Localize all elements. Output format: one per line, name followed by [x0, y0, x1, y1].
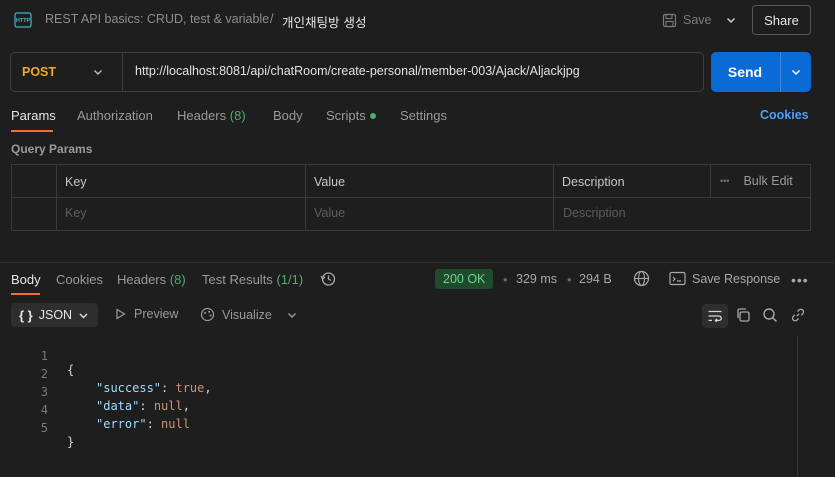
- separator-dot: •: [503, 272, 508, 287]
- query-params-table: Key Value Description ••• Bulk Edit Key …: [11, 164, 811, 231]
- chevron-down-icon: [79, 313, 88, 318]
- visualize-icon: [200, 307, 215, 322]
- link-icon[interactable]: [790, 307, 806, 323]
- more-options-icon[interactable]: •••: [720, 176, 729, 186]
- top-bar: HTTP REST API basics: CRUD, test & varia…: [0, 0, 835, 40]
- http-icon: HTTP: [14, 12, 32, 28]
- save-response-icon[interactable]: [669, 271, 686, 286]
- tab-settings[interactable]: Settings: [400, 108, 447, 123]
- save-button[interactable]: Save: [662, 9, 712, 31]
- code-line: 1 {: [0, 335, 790, 377]
- table-row-divider: [12, 197, 810, 198]
- scripts-indicator-dot: [370, 113, 376, 119]
- chevron-down-icon: [726, 17, 736, 24]
- tab-params[interactable]: Params: [11, 108, 56, 123]
- bulk-edit-label: Bulk Edit: [743, 174, 793, 188]
- send-button[interactable]: Send: [711, 52, 779, 92]
- tab-headers[interactable]: Headers (8): [177, 108, 246, 123]
- method-select[interactable]: POST: [11, 53, 123, 91]
- code-text: }: [67, 435, 75, 449]
- json-braces-icon: { }: [19, 307, 33, 323]
- url-input[interactable]: http://localhost:8081/api/chatRoom/creat…: [135, 64, 580, 78]
- tab-scripts[interactable]: Scripts: [326, 108, 366, 123]
- response-time[interactable]: 329 ms: [516, 272, 557, 286]
- value-input[interactable]: Value: [314, 206, 345, 220]
- column-header-value: Value: [314, 175, 346, 189]
- separator-dot: •: [567, 272, 572, 287]
- query-params-title: Query Params: [11, 142, 93, 156]
- response-tab-cookies[interactable]: Cookies: [56, 272, 103, 287]
- response-tab-tests-count: (1/1): [276, 272, 304, 287]
- preview-button[interactable]: Preview: [115, 307, 178, 321]
- code-line: 3 "data": null,: [0, 371, 790, 413]
- play-icon: [116, 308, 126, 320]
- editor-scrollbar[interactable]: [797, 336, 798, 477]
- search-icon[interactable]: [762, 307, 778, 323]
- column-divider: [56, 165, 57, 230]
- chevron-down-icon: [791, 69, 801, 76]
- column-header-description: Description: [562, 175, 625, 189]
- format-select[interactable]: { } JSON: [11, 303, 98, 327]
- breadcrumb-collection[interactable]: REST API basics: CRUD, test & variable: [45, 12, 269, 26]
- tab-headers-count: (8): [229, 108, 246, 123]
- page-title[interactable]: 개인채팅방 생성: [282, 12, 366, 31]
- save-label: Save: [683, 13, 712, 27]
- more-options-icon[interactable]: •••: [791, 272, 809, 288]
- save-response-button[interactable]: Save Response: [692, 272, 780, 286]
- column-header-key: Key: [65, 175, 87, 189]
- save-icon: [662, 13, 677, 27]
- key-input[interactable]: Key: [65, 206, 87, 220]
- response-tab-tests-label: Test Results: [202, 272, 273, 287]
- share-button[interactable]: Share: [752, 5, 811, 35]
- response-size[interactable]: 294 B: [579, 272, 612, 286]
- response-tab-headers[interactable]: Headers (8): [117, 272, 186, 287]
- format-label: JSON: [38, 308, 73, 322]
- copy-icon[interactable]: [735, 307, 751, 323]
- code-line: 5 }: [0, 407, 790, 449]
- active-tab-indicator: [11, 293, 40, 295]
- bulk-edit-button[interactable]: ••• Bulk Edit: [710, 174, 793, 188]
- send-options-button[interactable]: [781, 52, 811, 92]
- code-line: 2 "success": true,: [0, 353, 790, 395]
- code-line: 4 "error": null: [0, 389, 790, 431]
- pane-divider[interactable]: [0, 262, 835, 263]
- column-divider: [305, 165, 306, 230]
- line-number: 5: [40, 421, 48, 435]
- response-tab-headers-label: Headers: [117, 272, 167, 287]
- visualize-button[interactable]: Visualize: [200, 307, 272, 322]
- globe-icon[interactable]: [633, 270, 650, 287]
- response-tab-headers-count: (8): [169, 272, 186, 287]
- tab-headers-label: Headers: [177, 108, 227, 123]
- history-icon[interactable]: [319, 270, 337, 288]
- status-badge[interactable]: 200 OK: [435, 269, 494, 289]
- wrap-icon: [708, 310, 722, 323]
- visualize-label: Visualize: [222, 307, 272, 322]
- chevron-down-icon[interactable]: [286, 309, 298, 321]
- svg-text:HTTP: HTTP: [16, 18, 31, 24]
- active-tab-indicator: [11, 130, 53, 132]
- method-label: POST: [22, 65, 57, 79]
- send-button-group: Send: [711, 52, 811, 92]
- url-bar: POST http://localhost:8081/api/chatRoom/…: [10, 52, 704, 92]
- breadcrumb-separator: /: [270, 12, 274, 26]
- tab-body[interactable]: Body: [273, 108, 303, 123]
- wrap-lines-button[interactable]: [702, 304, 728, 328]
- preview-label: Preview: [134, 307, 179, 321]
- save-options-button[interactable]: [719, 8, 743, 32]
- chevron-down-icon: [94, 70, 102, 75]
- response-tab-tests[interactable]: Test Results (1/1): [202, 272, 303, 287]
- tab-authorization[interactable]: Authorization: [77, 108, 153, 123]
- response-tab-body[interactable]: Body: [11, 272, 41, 287]
- description-input[interactable]: Description: [563, 206, 626, 220]
- cookies-link[interactable]: Cookies: [760, 108, 809, 122]
- column-divider: [553, 165, 554, 230]
